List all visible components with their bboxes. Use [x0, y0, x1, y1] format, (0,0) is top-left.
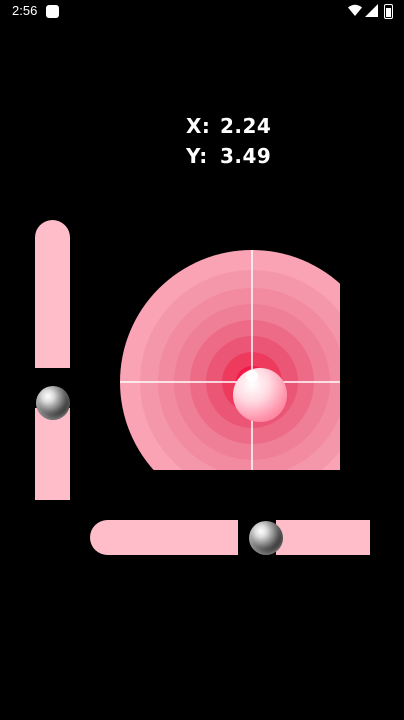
wifi-icon: [348, 4, 362, 16]
horizontal-level-tube-left: [90, 520, 238, 555]
bullseye-level: [120, 250, 340, 470]
x-value: 2.24: [220, 114, 272, 138]
horizontal-level-tube-right: [276, 520, 370, 555]
vertical-level-tube-bottom: [35, 408, 70, 500]
center-bubble: [233, 368, 287, 422]
signal-icon: [365, 4, 378, 17]
x-readout: X: 2.24: [186, 114, 271, 138]
x-label: X:: [186, 114, 211, 138]
y-label: Y:: [186, 144, 208, 168]
horizontal-level-bubble: [249, 521, 283, 555]
y-readout: Y: 3.49: [186, 144, 271, 168]
y-value: 3.49: [220, 144, 272, 168]
battery-icon: [384, 4, 393, 19]
vertical-level-tube-top: [35, 220, 70, 368]
notification-icon: [46, 5, 59, 18]
status-time: 2:56: [12, 3, 38, 18]
vertical-level-bubble: [36, 386, 70, 420]
center-bubble-highlight: [246, 370, 258, 382]
status-bar: 2:56: [0, 0, 404, 24]
